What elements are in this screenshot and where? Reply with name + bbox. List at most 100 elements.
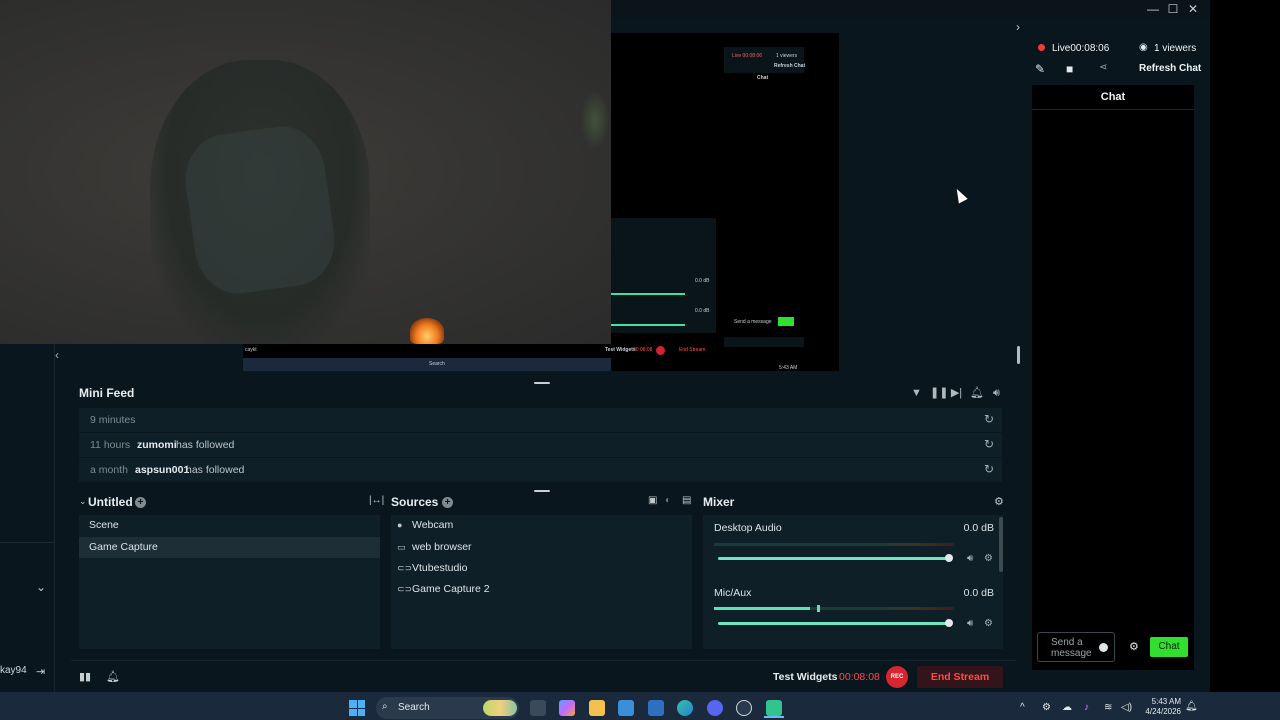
- refresh-chat-button[interactable]: Refresh Chat: [1139, 63, 1201, 74]
- mail-icon[interactable]: [648, 700, 664, 716]
- monitor-icon: ▭: [397, 542, 406, 552]
- mic-icon[interactable]: ♪: [1084, 702, 1089, 713]
- resize-handle-middle[interactable]: [534, 490, 550, 492]
- chat-title: Chat: [1032, 85, 1194, 110]
- mixer-level-meter: [714, 607, 954, 610]
- tray-app-icon[interactable]: ⚙: [1042, 702, 1051, 713]
- emoji-icon[interactable]: [1099, 643, 1108, 652]
- add-folder-icon[interactable]: ▣: [648, 495, 657, 506]
- mute-icon[interactable]: 🔊︎: [967, 618, 973, 629]
- copilot-icon[interactable]: [559, 700, 575, 716]
- preview-slider-2: [611, 324, 685, 326]
- bell-icon[interactable]: 🔔︎: [970, 386, 984, 400]
- share-icon[interactable]: ⋖: [1099, 62, 1107, 73]
- edge-icon[interactable]: [677, 700, 693, 716]
- collapse-scenes-icon[interactable]: ⌄: [79, 496, 87, 507]
- volume-slider-knob[interactable]: [945, 619, 953, 627]
- clock-time: 5:43 AM: [1151, 697, 1181, 706]
- mixer-title: Mixer: [703, 495, 735, 509]
- volume-icon[interactable]: 🔊︎: [990, 386, 1003, 400]
- close-button[interactable]: ✕: [1183, 2, 1203, 16]
- end-stream-button[interactable]: End Stream: [917, 666, 1003, 688]
- skip-icon[interactable]: ▶|: [950, 386, 963, 400]
- test-widgets-button[interactable]: Test Widgets: [773, 671, 837, 683]
- folder-icon[interactable]: ▤: [682, 495, 691, 506]
- live-time: 00:08:06: [1070, 43, 1110, 54]
- source-item[interactable]: ● Webcam: [391, 515, 692, 536]
- replay-icon[interactable]: ↻: [984, 462, 994, 476]
- logout-icon[interactable]: ⇥: [36, 665, 45, 678]
- chevron-down-icon[interactable]: ⌄: [36, 580, 46, 594]
- chat-send-button[interactable]: Chat: [1150, 637, 1188, 657]
- task-view-icon[interactable]: [530, 700, 546, 716]
- mixer-volume-slider[interactable]: [718, 557, 950, 560]
- preview-search: Search: [429, 361, 445, 367]
- resize-handle-top[interactable]: [534, 382, 550, 384]
- windows-start-icon[interactable]: [349, 700, 365, 716]
- record-button[interactable]: REC: [886, 666, 908, 688]
- notification-bell-icon[interactable]: 🔔︎: [1185, 701, 1198, 712]
- feed-user[interactable]: aspsun001: [135, 464, 189, 476]
- preview-taskbar: Search: [243, 358, 611, 371]
- mute-icon[interactable]: 🔊︎: [967, 553, 973, 564]
- add-scene-icon[interactable]: +: [135, 497, 146, 508]
- filter-icon[interactable]: ▼: [910, 386, 923, 400]
- maximize-button[interactable]: ☐: [1163, 2, 1183, 16]
- live-indicator-dot: [1038, 44, 1045, 51]
- scene-item[interactable]: Scene: [79, 515, 380, 536]
- mini-feed-title: Mini Feed: [79, 386, 135, 400]
- mixer-scrollbar[interactable]: [999, 517, 1003, 572]
- gamepad-icon: ⊂⊃: [397, 584, 413, 594]
- add-source-icon[interactable]: +: [442, 497, 453, 508]
- preview-test-widgets: Test Widgets: [605, 347, 636, 353]
- active-app-indicator: [764, 716, 784, 718]
- collapse-left-icon[interactable]: ‹: [55, 348, 59, 362]
- preview-mixer: 0.0 dB 0.0 dB: [611, 218, 716, 333]
- source-item[interactable]: ⊂⊃Game Capture 2: [391, 579, 692, 600]
- replay-icon[interactable]: ↻: [984, 437, 994, 451]
- source-item[interactable]: ⊂⊃Vtubestudio: [391, 558, 692, 579]
- collapse-right-icon[interactable]: ›: [1016, 20, 1020, 34]
- send-message-input[interactable]: Send a message: [1037, 632, 1115, 662]
- live-status: Live00:08:06: [1052, 43, 1109, 54]
- minimize-button[interactable]: —: [1143, 2, 1163, 16]
- left-nav: [0, 344, 55, 692]
- file-explorer-icon[interactable]: [589, 700, 605, 716]
- scene-item-selected[interactable]: Game Capture: [79, 537, 380, 558]
- speaker-icon[interactable]: ◁): [1121, 702, 1132, 713]
- preview-live: Live 00:08:06: [732, 53, 763, 59]
- taskbar-clock[interactable]: 5:43 AM 4/24/2026: [1143, 697, 1181, 717]
- notifications-icon[interactable]: 🔔︎: [106, 670, 120, 683]
- channel-settings-icon[interactable]: ⚙: [984, 618, 993, 629]
- chat-settings-icon[interactable]: ⚙: [1129, 640, 1139, 653]
- mixer-volume-slider[interactable]: [718, 622, 950, 625]
- pencil-icon[interactable]: ✎: [1035, 62, 1045, 76]
- scene-collection-title[interactable]: Untitled: [88, 495, 133, 509]
- live-label: Live: [1052, 43, 1071, 54]
- streamlabs-icon[interactable]: [766, 700, 782, 716]
- scene-transition-icon[interactable]: |↔|: [369, 495, 384, 506]
- replay-icon[interactable]: ↻: [984, 412, 994, 426]
- volume-slider-knob[interactable]: [945, 554, 953, 562]
- channel-settings-icon[interactable]: ⚙: [984, 553, 993, 564]
- camera-icon[interactable]: ■: [1066, 62, 1073, 76]
- pause-icon[interactable]: ❚❚: [930, 386, 948, 400]
- mixer-channel-db: 0.0 dB: [963, 587, 994, 599]
- obs-icon[interactable]: [736, 700, 752, 716]
- webcam-fire: [410, 318, 444, 344]
- selective-recording-icon[interactable]: ◐: [665, 495, 671, 506]
- wifi-icon[interactable]: ≋: [1104, 702, 1112, 713]
- onedrive-icon[interactable]: ☁: [1062, 702, 1072, 713]
- performance-icon[interactable]: ▮▮: [79, 670, 91, 683]
- discord-icon[interactable]: [707, 700, 723, 716]
- taskbar-search[interactable]: ⌕ Search: [376, 697, 519, 719]
- taskbar-search-label: Search: [398, 702, 430, 713]
- store-icon[interactable]: [618, 700, 634, 716]
- tray-overflow-icon[interactable]: ^: [1020, 702, 1025, 713]
- stream-preview: Live 00:08:06 1 viewers Refresh Chat Cha…: [611, 33, 839, 371]
- mixer-channel-db: 0.0 dB: [963, 522, 994, 534]
- source-item[interactable]: ▭ web browser: [391, 537, 692, 558]
- feed-user[interactable]: zumomi: [137, 439, 177, 451]
- feed-item: 11 hours zumomi has followed ↻: [79, 433, 1002, 457]
- mixer-settings-icon[interactable]: ⚙: [994, 495, 1004, 508]
